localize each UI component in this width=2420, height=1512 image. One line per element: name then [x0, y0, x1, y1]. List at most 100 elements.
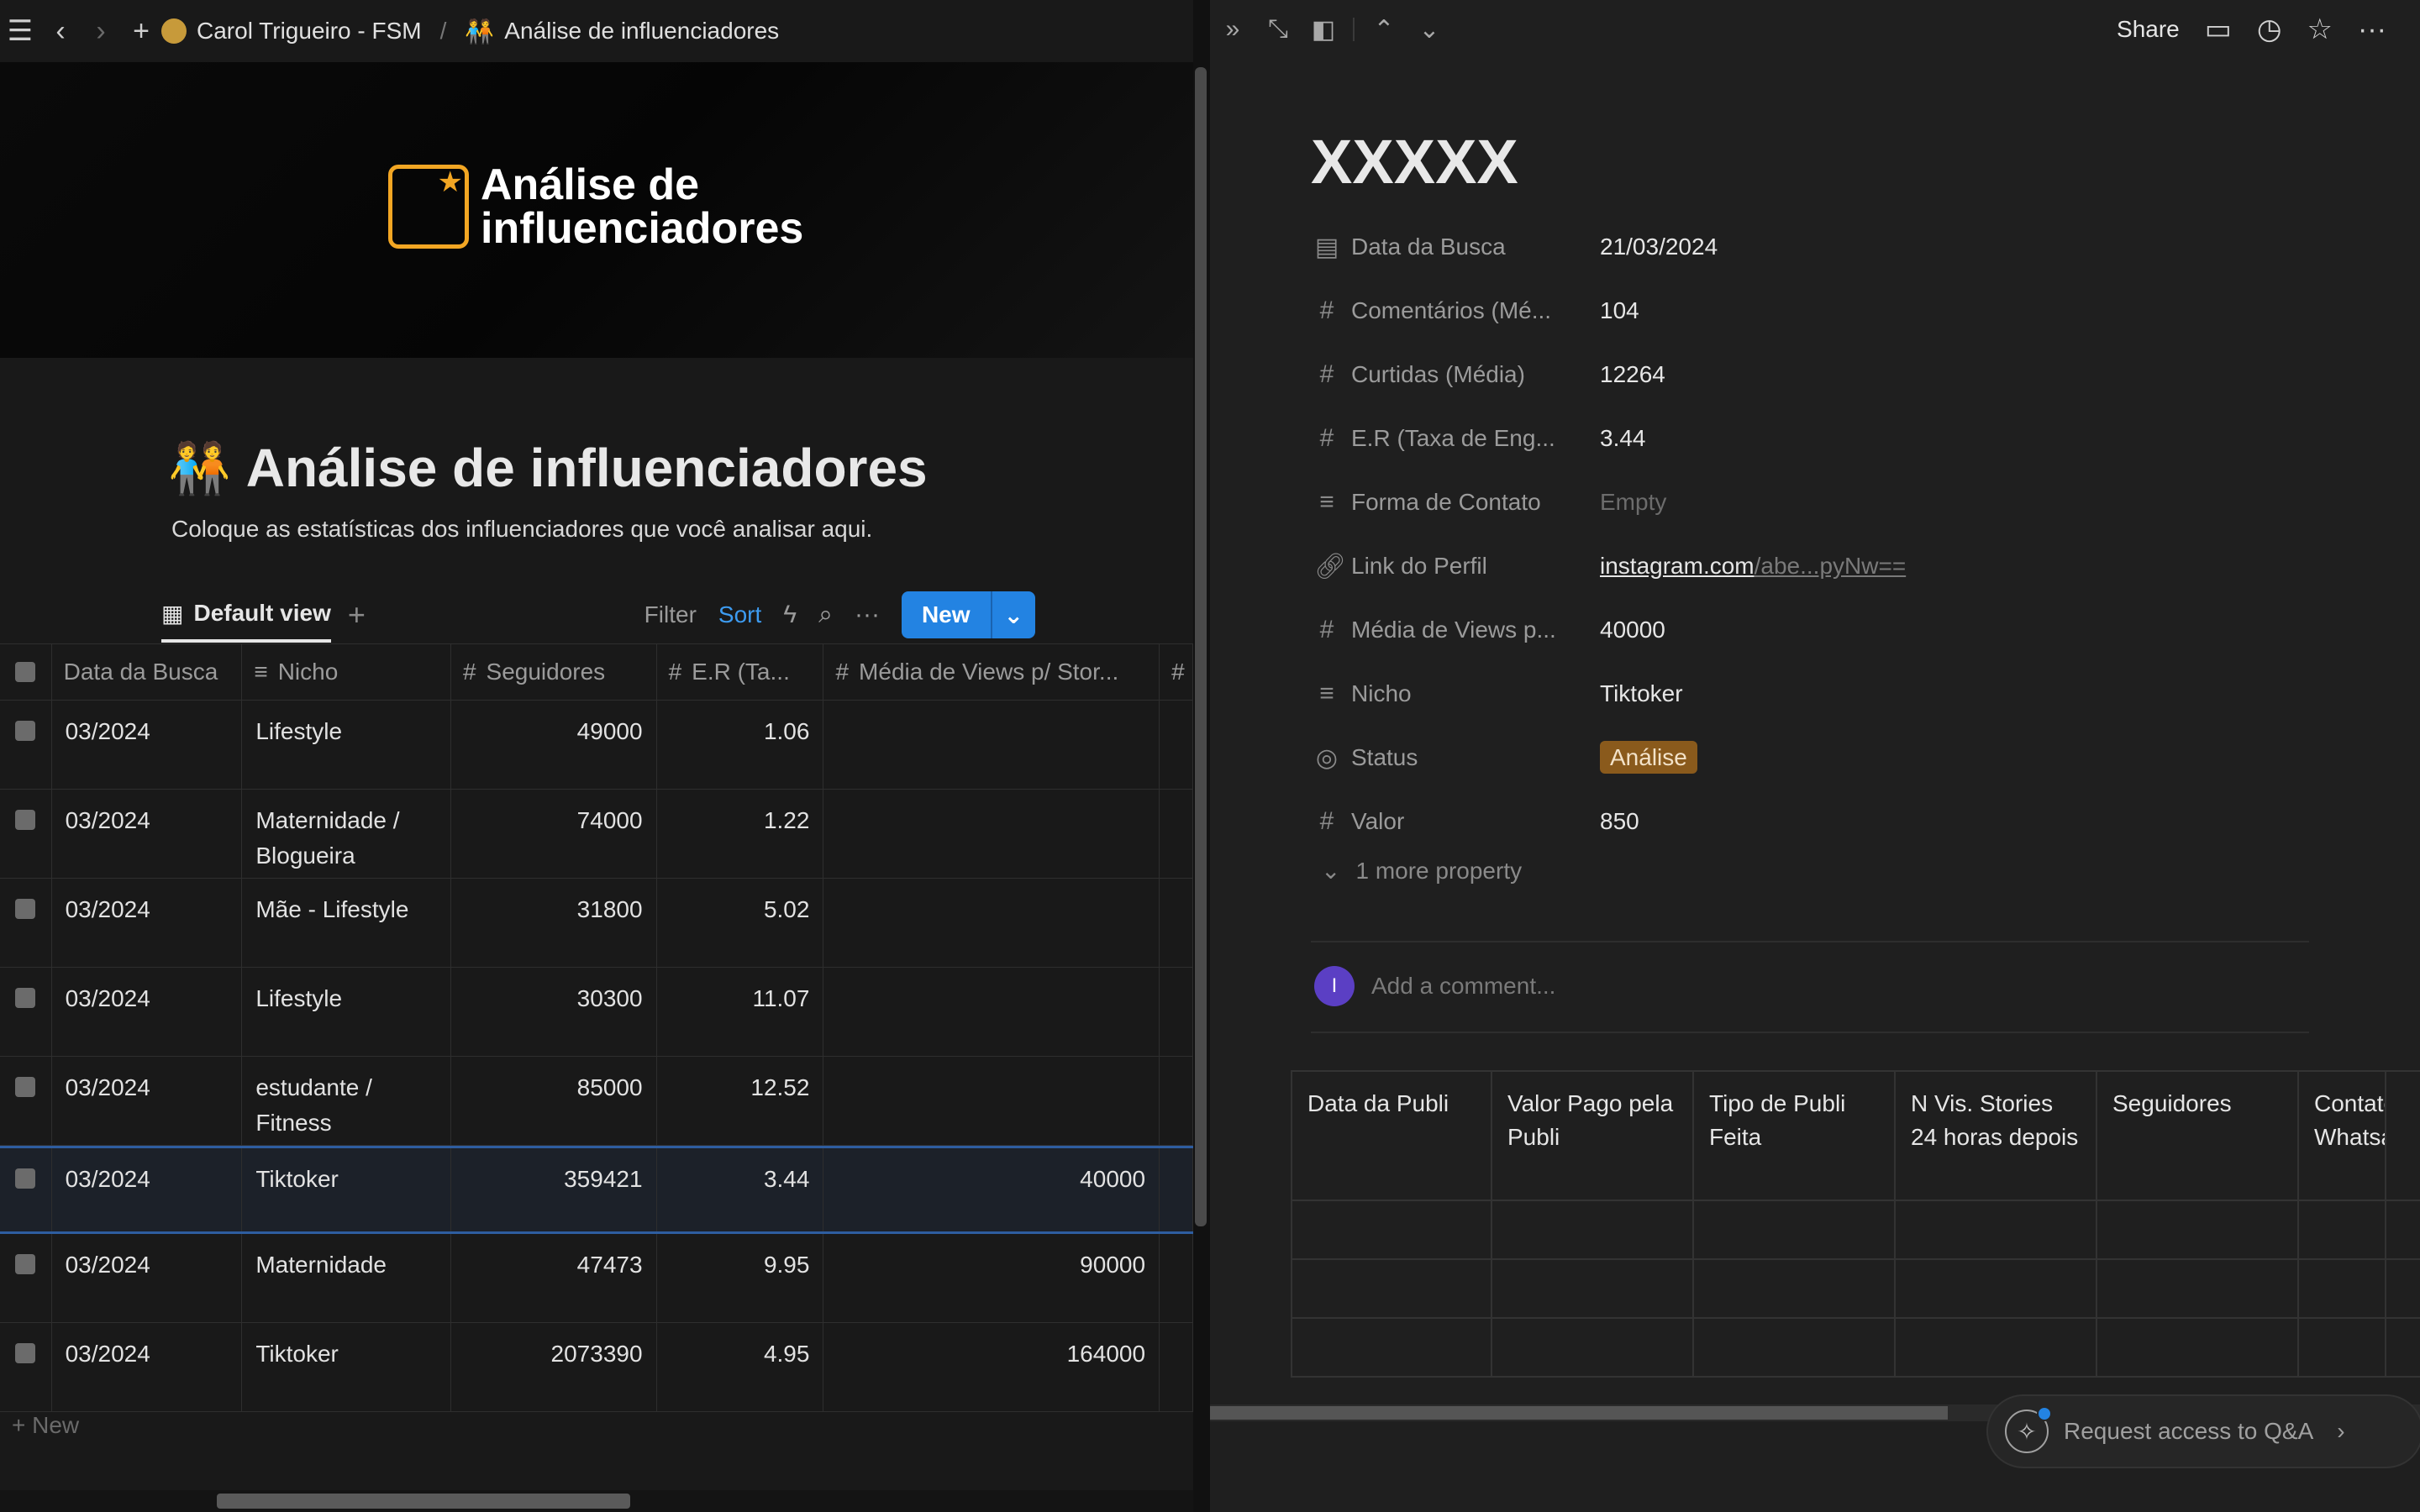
- cell-views[interactable]: [823, 701, 1160, 789]
- cell-empty[interactable]: [1160, 790, 1193, 878]
- tab-default-view[interactable]: ▦ Default view: [161, 600, 331, 643]
- cell-empty[interactable]: [1160, 1234, 1193, 1322]
- row-checkbox[interactable]: [0, 1148, 52, 1231]
- cell-views[interactable]: 164000: [823, 1323, 1160, 1411]
- page-title-text[interactable]: Análise de influenciadores: [246, 437, 928, 499]
- property-nicho[interactable]: ≡ Nicho Tiktoker: [1314, 662, 2323, 726]
- table-row[interactable]: 03/2024 Lifestyle 30300 11.07: [0, 968, 1193, 1057]
- back-icon[interactable]: ‹: [40, 15, 81, 48]
- share-button[interactable]: Share: [2117, 16, 2180, 43]
- cell-seguidores[interactable]: 47473: [451, 1234, 657, 1322]
- side-peek-icon[interactable]: ◧: [1301, 15, 1346, 45]
- cell-views[interactable]: 40000: [823, 1148, 1160, 1231]
- cell-nicho[interactable]: Lifestyle: [242, 968, 451, 1056]
- cell-nicho[interactable]: Mãe - Lifestyle: [242, 879, 451, 967]
- cell-views[interactable]: [823, 790, 1160, 878]
- menu-icon[interactable]: ☰: [0, 14, 40, 48]
- column-header-seguidores[interactable]: # Seguidores: [451, 644, 657, 700]
- cell-date[interactable]: 03/2024: [52, 701, 243, 789]
- row-checkbox[interactable]: [0, 968, 52, 1056]
- scrollbar-thumb[interactable]: [217, 1494, 630, 1509]
- cell-date[interactable]: 03/2024: [52, 1057, 243, 1145]
- search-icon[interactable]: ⌕: [818, 601, 833, 629]
- forward-icon[interactable]: ›: [81, 15, 121, 48]
- column-header-media-views[interactable]: # Média de Views p/ Stor...: [823, 644, 1160, 700]
- new-row-button[interactable]: + New: [0, 1412, 1193, 1446]
- property-link-perfil[interactable]: 🔗︎ Link do Perfil instagram.com/abe...pyN…: [1314, 534, 2323, 598]
- inline-col-seguidores[interactable]: Seguidores: [2097, 1072, 2299, 1200]
- inline-col-contato[interactable]: Contato Whatsa: [2299, 1072, 2386, 1200]
- property-value[interactable]: 850: [1600, 808, 1639, 835]
- cell-nicho[interactable]: Maternidade: [242, 1234, 451, 1322]
- row-checkbox[interactable]: [0, 1057, 52, 1145]
- comment-icon[interactable]: ▭: [2205, 13, 2232, 46]
- cell-er[interactable]: 1.06: [657, 701, 824, 789]
- cell-views[interactable]: 90000: [823, 1234, 1160, 1322]
- property-value[interactable]: 12264: [1600, 361, 1665, 388]
- inline-col-data-publi[interactable]: Data da Publi: [1291, 1072, 1492, 1200]
- scrollbar-thumb[interactable]: [1210, 1406, 1948, 1420]
- cell-seguidores[interactable]: 49000: [451, 701, 657, 789]
- cell-er[interactable]: 1.22: [657, 790, 824, 878]
- cell-empty[interactable]: [1160, 879, 1193, 967]
- inline-table-row[interactable]: [1291, 1260, 2420, 1319]
- automation-icon[interactable]: ϟ: [783, 601, 797, 629]
- cell-views[interactable]: [823, 879, 1160, 967]
- profile-link[interactable]: instagram.com/abe...pyNw==: [1600, 553, 1906, 580]
- table-row[interactable]: 03/2024 Maternidade / Blogueira 74000 1.22: [0, 790, 1193, 879]
- horizontal-scrollbar[interactable]: [0, 1490, 1193, 1512]
- table-row[interactable]: 03/2024 Tiktoker 2073390 4.95 164000: [0, 1323, 1193, 1412]
- cell-empty[interactable]: [1160, 968, 1193, 1056]
- cell-seguidores[interactable]: 74000: [451, 790, 657, 878]
- vertical-scrollbar[interactable]: [1195, 67, 1207, 1226]
- row-checkbox[interactable]: [0, 1234, 52, 1322]
- more-icon[interactable]: ···: [855, 601, 880, 629]
- property-forma-contato[interactable]: ≡ Forma de Contato Empty: [1314, 470, 2323, 534]
- request-qa-button[interactable]: ✧ Request access to Q&A ›: [1986, 1394, 2420, 1468]
- column-header-nicho[interactable]: ≡ Nicho: [242, 644, 451, 700]
- chevron-down-icon[interactable]: ⌄: [1407, 15, 1452, 45]
- breadcrumb-page[interactable]: Análise de influenciadores: [504, 18, 779, 45]
- pane-divider[interactable]: [1193, 0, 1210, 1512]
- property-er[interactable]: # E.R (Taxa de Eng... 3.44: [1314, 407, 2323, 470]
- property-status[interactable]: ◎ Status Análise: [1314, 726, 2323, 790]
- cell-nicho[interactable]: estudante / Fitness: [242, 1057, 451, 1145]
- inline-table-row[interactable]: [1291, 1319, 2420, 1378]
- property-value[interactable]: 3.44: [1600, 425, 1646, 452]
- cell-nicho[interactable]: Tiktoker: [242, 1148, 451, 1231]
- new-button[interactable]: New ⌄: [901, 591, 1035, 638]
- property-value[interactable]: Empty: [1600, 489, 1666, 516]
- cell-seguidores[interactable]: 2073390: [451, 1323, 657, 1411]
- cell-empty[interactable]: [1160, 1148, 1193, 1231]
- property-value[interactable]: 40000: [1600, 617, 1665, 643]
- column-header-er[interactable]: # E.R (Ta...: [657, 644, 824, 700]
- add-page-icon[interactable]: +: [121, 15, 161, 48]
- cell-empty[interactable]: [1160, 701, 1193, 789]
- property-curtidas[interactable]: # Curtidas (Média) 12264: [1314, 343, 2323, 407]
- property-media-views[interactable]: # Média de Views p... 40000: [1314, 598, 2323, 662]
- comment-box[interactable]: I Add a comment...: [1314, 966, 1555, 1006]
- cell-date[interactable]: 03/2024: [52, 790, 243, 878]
- cell-seguidores[interactable]: 85000: [451, 1057, 657, 1145]
- select-all-checkbox[interactable]: [0, 644, 52, 700]
- status-badge[interactable]: Análise: [1600, 741, 1697, 774]
- column-header-next[interactable]: #: [1160, 644, 1193, 700]
- cell-date[interactable]: 03/2024: [52, 1323, 243, 1411]
- table-row[interactable]: 03/2024 Maternidade 47473 9.95 90000: [0, 1234, 1193, 1323]
- inline-table-row[interactable]: [1291, 1201, 2420, 1260]
- inline-col-valor-pago[interactable]: Valor Pago pela Publi: [1492, 1072, 1694, 1200]
- property-valor[interactable]: # Valor 850: [1314, 790, 2323, 853]
- cell-views[interactable]: [823, 968, 1160, 1056]
- cell-views[interactable]: [823, 1057, 1160, 1145]
- row-checkbox[interactable]: [0, 701, 52, 789]
- property-value[interactable]: 21/03/2024: [1600, 234, 1718, 260]
- cell-seguidores[interactable]: 30300: [451, 968, 657, 1056]
- cell-er[interactable]: 11.07: [657, 968, 824, 1056]
- table-row[interactable]: 03/2024 estudante / Fitness 85000 12.52: [0, 1057, 1193, 1146]
- cell-er[interactable]: 4.95: [657, 1323, 824, 1411]
- property-comentarios[interactable]: # Comentários (Mé... 104: [1314, 279, 2323, 343]
- expand-icon[interactable]: ⤡: [1255, 15, 1301, 44]
- property-value[interactable]: Tiktoker: [1600, 680, 1683, 707]
- cell-nicho[interactable]: Maternidade / Blogueira: [242, 790, 451, 878]
- inline-col-tipo-publi[interactable]: Tipo de Publi Feita: [1694, 1072, 1896, 1200]
